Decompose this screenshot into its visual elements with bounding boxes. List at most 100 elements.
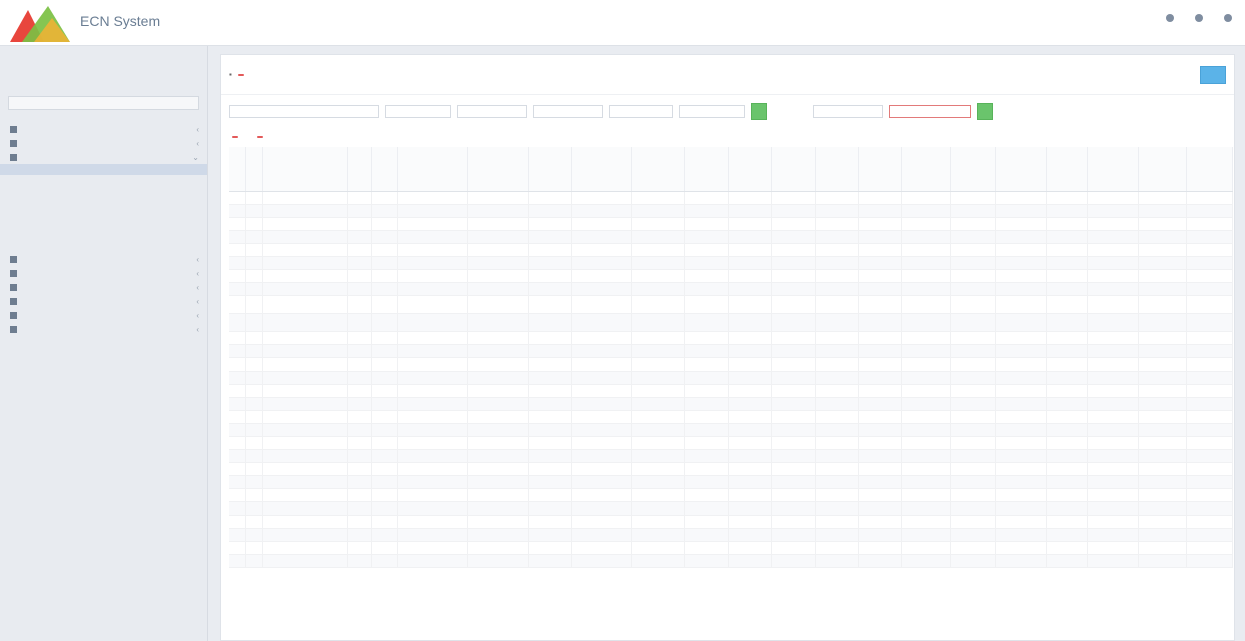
table-row[interactable] bbox=[229, 501, 1234, 516]
table-row[interactable] bbox=[229, 554, 1234, 568]
filter-input-2[interactable] bbox=[385, 104, 451, 118]
table-row[interactable] bbox=[229, 344, 1234, 359]
filter-input-8[interactable] bbox=[889, 104, 971, 118]
table-cell bbox=[631, 371, 686, 385]
filter-input-6[interactable] bbox=[679, 104, 745, 118]
filter-input-7[interactable] bbox=[813, 104, 883, 118]
filter-input-4[interactable] bbox=[533, 104, 603, 118]
sidebar-tab-1[interactable] bbox=[6, 52, 40, 92]
table-row[interactable] bbox=[229, 256, 1234, 271]
table-row[interactable] bbox=[229, 331, 1234, 346]
sidebar-subitem-2[interactable] bbox=[0, 175, 207, 186]
sidebar-subitem-8[interactable] bbox=[0, 241, 207, 252]
table-row[interactable] bbox=[229, 313, 1234, 333]
sidebar-subitem-6[interactable] bbox=[0, 219, 207, 230]
folder-icon bbox=[10, 269, 17, 277]
table-row[interactable] bbox=[229, 410, 1234, 424]
table-row[interactable] bbox=[229, 204, 1234, 218]
sidebar-item-3[interactable]: ⌄ bbox=[0, 150, 207, 164]
filter-input-3[interactable] bbox=[457, 104, 527, 118]
search-button[interactable] bbox=[751, 102, 767, 120]
primary-button[interactable] bbox=[1200, 65, 1226, 84]
sidebar-subitem-5[interactable] bbox=[0, 208, 207, 219]
column-header[interactable] bbox=[995, 147, 1048, 192]
column-header[interactable] bbox=[397, 147, 469, 192]
table-cell bbox=[815, 331, 859, 346]
table-row[interactable] bbox=[229, 217, 1234, 231]
column-header[interactable] bbox=[728, 147, 773, 192]
table-row[interactable] bbox=[229, 269, 1234, 284]
table-cell bbox=[1046, 282, 1089, 297]
sidebar-item-1[interactable]: ‹ bbox=[0, 122, 207, 136]
table-row[interactable] bbox=[229, 282, 1234, 297]
column-header[interactable] bbox=[1046, 147, 1089, 192]
table-row[interactable] bbox=[229, 462, 1234, 477]
column-header[interactable] bbox=[901, 147, 951, 192]
table-cell bbox=[347, 357, 372, 372]
sidebar-subitem-1[interactable] bbox=[0, 164, 207, 175]
table-cell bbox=[684, 436, 729, 451]
filter-input-1[interactable] bbox=[229, 104, 379, 118]
sidebar-item-8[interactable]: ‹ bbox=[0, 308, 207, 322]
subtab-2[interactable] bbox=[254, 136, 263, 138]
table-row[interactable] bbox=[229, 357, 1234, 372]
table-cell bbox=[771, 243, 816, 257]
sidebar-item-5[interactable]: ‹ bbox=[0, 266, 207, 280]
sidebar-subitem-4[interactable] bbox=[0, 197, 207, 208]
table-row[interactable] bbox=[229, 449, 1234, 464]
sidebar-subitem-7[interactable] bbox=[0, 230, 207, 241]
table-cell bbox=[684, 423, 729, 438]
table-row[interactable] bbox=[229, 475, 1234, 490]
column-header[interactable] bbox=[1138, 147, 1187, 192]
header-action-3[interactable] bbox=[1224, 14, 1235, 22]
table-row[interactable] bbox=[229, 230, 1234, 244]
table-cell bbox=[728, 436, 773, 451]
column-header[interactable] bbox=[229, 147, 247, 192]
sidebar-item-7[interactable]: ‹ bbox=[0, 294, 207, 308]
table-row[interactable] bbox=[229, 384, 1234, 398]
sidebar-search-input[interactable] bbox=[8, 96, 199, 110]
column-header[interactable] bbox=[528, 147, 572, 192]
filter-input-5[interactable] bbox=[609, 104, 673, 118]
subtab-1[interactable] bbox=[229, 136, 238, 138]
column-header[interactable] bbox=[858, 147, 903, 192]
sidebar-item-6[interactable]: ‹ bbox=[0, 280, 207, 294]
column-header[interactable] bbox=[347, 147, 372, 192]
column-header[interactable] bbox=[571, 147, 633, 192]
table-cell bbox=[1138, 541, 1187, 555]
header-action-1[interactable] bbox=[1166, 14, 1177, 22]
sidebar-subitem-3[interactable] bbox=[0, 186, 207, 197]
apply-button[interactable] bbox=[977, 102, 993, 120]
column-header[interactable] bbox=[684, 147, 729, 192]
column-header[interactable] bbox=[245, 147, 264, 192]
table-row[interactable] bbox=[229, 295, 1234, 315]
column-header[interactable] bbox=[771, 147, 816, 192]
column-header[interactable] bbox=[262, 147, 348, 192]
sidebar-item-2[interactable]: ‹ bbox=[0, 136, 207, 150]
header-action-2[interactable] bbox=[1195, 14, 1206, 22]
table-row[interactable] bbox=[229, 528, 1234, 542]
table-cell bbox=[467, 357, 529, 372]
table-row[interactable] bbox=[229, 515, 1234, 529]
table-cell bbox=[950, 204, 997, 218]
table-cell bbox=[1087, 344, 1139, 359]
table-row[interactable] bbox=[229, 243, 1234, 257]
column-header[interactable] bbox=[631, 147, 686, 192]
table-row[interactable] bbox=[229, 423, 1234, 438]
table-row[interactable] bbox=[229, 488, 1234, 503]
column-header[interactable] bbox=[1087, 147, 1139, 192]
column-header[interactable] bbox=[371, 147, 399, 192]
column-header[interactable] bbox=[950, 147, 997, 192]
column-header[interactable] bbox=[1186, 147, 1234, 192]
column-header[interactable] bbox=[815, 147, 859, 192]
table-row[interactable] bbox=[229, 397, 1234, 411]
column-header[interactable] bbox=[467, 147, 529, 192]
sidebar-item-4[interactable]: ‹ bbox=[0, 252, 207, 266]
table-cell bbox=[397, 528, 469, 542]
sidebar-item-9[interactable]: ‹ bbox=[0, 322, 207, 336]
table-row[interactable] bbox=[229, 541, 1234, 555]
table-row[interactable] bbox=[229, 191, 1234, 205]
table-row[interactable] bbox=[229, 371, 1234, 385]
table-cell bbox=[347, 397, 372, 411]
table-row[interactable] bbox=[229, 436, 1234, 451]
